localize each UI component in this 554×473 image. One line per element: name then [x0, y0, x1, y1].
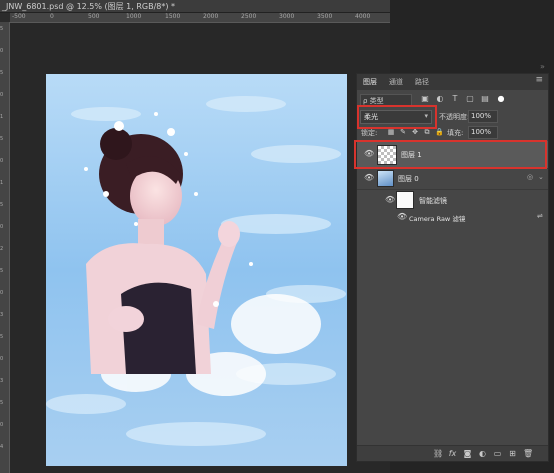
smart-filters-label: 智能滤镜: [419, 197, 447, 205]
filter-kind-select[interactable]: ρ 类型: [360, 94, 412, 107]
layer-row-layer-1[interactable]: 👁 图层 1: [357, 141, 548, 169]
ruler-tick: 500: [88, 13, 100, 20]
ruler-tick: 5: [0, 70, 4, 76]
ruler-tick: 4: [0, 444, 4, 450]
lock-position-icon[interactable]: ✥: [411, 128, 419, 136]
lock-transparent-icon[interactable]: ▦: [387, 128, 395, 136]
smart-object-indicator-icon: ◎: [527, 173, 534, 181]
layer-filter-row: ρ 类型 ▣ ◐ T ▢ ▤ ●: [357, 93, 548, 108]
adjustment-filter-icon[interactable]: ◐: [436, 95, 444, 103]
panel-footer-toolbar: ⛓ fx ◙ ◐ ▭ ⊞ 🗑: [357, 445, 548, 461]
add-mask-icon[interactable]: ◙: [463, 449, 472, 458]
fill-input[interactable]: 100%: [468, 126, 498, 139]
opacity-label: 不透明度:: [439, 113, 470, 121]
blend-mode-value: 柔光: [364, 113, 378, 121]
ruler-tick: 5: [0, 26, 4, 32]
ruler-tick: 1500: [165, 13, 181, 20]
visibility-eye-icon[interactable]: 👁: [397, 213, 407, 221]
ruler-tick: 0: [0, 48, 4, 54]
panel-collapse-icon[interactable]: »: [540, 60, 545, 74]
ruler-tick: 0: [0, 356, 4, 362]
layer-name[interactable]: 图层 0: [398, 174, 419, 184]
ruler-tick: 3000: [279, 13, 295, 20]
ruler-tick: 4000: [355, 13, 371, 20]
tab-layers[interactable]: 图层: [363, 77, 377, 87]
photo-canvas-image: [46, 74, 347, 466]
ruler-tick: 3: [0, 378, 4, 384]
ruler-tick: 5: [0, 268, 4, 274]
horizontal-ruler: -500 0 500 1000 1500 2000 2500 3000 3500…: [10, 13, 390, 23]
chevron-down-icon: ▾: [424, 112, 428, 120]
ruler-tick: 5: [0, 334, 4, 340]
layer-row-smart-filters[interactable]: 👁 智能滤镜: [357, 189, 548, 211]
layer-row-layer-0[interactable]: 👁 图层 0 ◎ ⌄: [357, 168, 548, 190]
ruler-tick: 0: [50, 13, 54, 20]
ruler-tick: -500: [12, 13, 26, 20]
ruler-tick: 0: [0, 290, 4, 296]
ruler-tick: 5: [0, 202, 4, 208]
fill-label: 填充:: [447, 129, 464, 137]
ruler-tick: 5: [0, 400, 4, 406]
lock-label: 锁定:: [361, 129, 378, 137]
lock-row: 锁定: ▦ ✎ ✥ ⧉ 🔒 填充: 100%: [357, 126, 548, 140]
ruler-tick: 0: [0, 92, 4, 98]
layer-thumbnail-transparent: [377, 145, 397, 165]
chevron-down-icon[interactable]: ⌄: [538, 173, 544, 181]
panel-tab-bar: 图层 通道 路径 ≡: [357, 74, 548, 90]
layer-thumbnail-photo: [377, 170, 394, 187]
opacity-input[interactable]: 100%: [468, 110, 498, 123]
lock-artboard-icon[interactable]: ⧉: [423, 128, 431, 136]
group-folder-icon[interactable]: ▭: [493, 449, 502, 458]
ruler-tick: 0: [0, 158, 4, 164]
ruler-tick: 2000: [203, 13, 219, 20]
smart-object-filter-icon[interactable]: ▤: [481, 95, 489, 103]
lock-all-icon[interactable]: 🔒: [435, 128, 444, 136]
opacity-value: 100%: [471, 112, 492, 120]
layer-name[interactable]: 图层 1: [401, 150, 422, 160]
visibility-eye-icon[interactable]: 👁: [364, 150, 374, 158]
ruler-tick: 1000: [126, 13, 142, 20]
filter-toggle-icon[interactable]: ●: [497, 95, 505, 103]
visibility-eye-icon[interactable]: 👁: [385, 196, 395, 204]
trash-icon[interactable]: 🗑: [523, 449, 533, 458]
adjustment-layer-icon[interactable]: ◐: [478, 449, 487, 458]
lock-image-icon[interactable]: ✎: [399, 128, 407, 136]
ruler-tick: 1: [0, 180, 4, 186]
ruler-tick: 0: [0, 224, 4, 230]
document-title: _JNW_6801.psd @ 12.5% (图层 1, RGB/8*) *: [2, 2, 176, 11]
ruler-tick: 5: [0, 136, 4, 142]
layer-style-icon[interactable]: fx: [448, 449, 457, 458]
filter-kind-label: ρ 类型: [363, 97, 384, 105]
vertical-ruler: 5 0 5 0 1 5 0 1 5 0 2 5 0 3 5 0 3 5 0 4: [0, 22, 10, 473]
ruler-tick: 0: [0, 422, 4, 428]
filter-options-icon[interactable]: ⇌: [537, 212, 543, 220]
ruler-tick: 3500: [317, 13, 333, 20]
ruler-tick: 1: [0, 114, 4, 120]
blend-mode-select[interactable]: 柔光 ▾: [360, 110, 432, 124]
tab-channels[interactable]: 通道: [389, 77, 403, 87]
layers-list: 👁 图层 1 👁 图层 0 ◎ ⌄ 👁 智能滤镜 👁 Camera Raw 滤镜…: [357, 141, 548, 441]
filter-name[interactable]: Camera Raw 滤镜: [409, 213, 465, 223]
visibility-eye-icon[interactable]: 👁: [364, 174, 374, 182]
link-layers-icon[interactable]: ⛓: [433, 449, 443, 458]
tab-paths[interactable]: 路径: [415, 77, 429, 87]
ruler-tick: 2500: [241, 13, 257, 20]
layers-panel: 图层 通道 路径 ≡ ρ 类型 ▣ ◐ T ▢ ▤ ● 柔光 ▾ 不透明度: 1…: [356, 73, 549, 462]
ruler-tick: 2: [0, 246, 4, 252]
fill-value: 100%: [471, 128, 492, 136]
blend-row: 柔光 ▾ 不透明度: 100%: [357, 109, 548, 124]
shape-filter-icon[interactable]: ▢: [466, 95, 474, 103]
layer-row-camera-raw-filter[interactable]: 👁 Camera Raw 滤镜 ⇌: [357, 211, 548, 223]
image-filter-icon[interactable]: ▣: [421, 95, 429, 103]
new-layer-icon[interactable]: ⊞: [508, 449, 517, 458]
panel-menu-icon[interactable]: ≡: [535, 75, 543, 85]
type-filter-icon[interactable]: T: [451, 95, 459, 103]
document-tab[interactable]: _JNW_6801.psd @ 12.5% (图层 1, RGB/8*) *: [0, 0, 390, 13]
ruler-tick: 3: [0, 312, 4, 318]
smart-filter-mask-thumbnail[interactable]: [396, 191, 414, 209]
